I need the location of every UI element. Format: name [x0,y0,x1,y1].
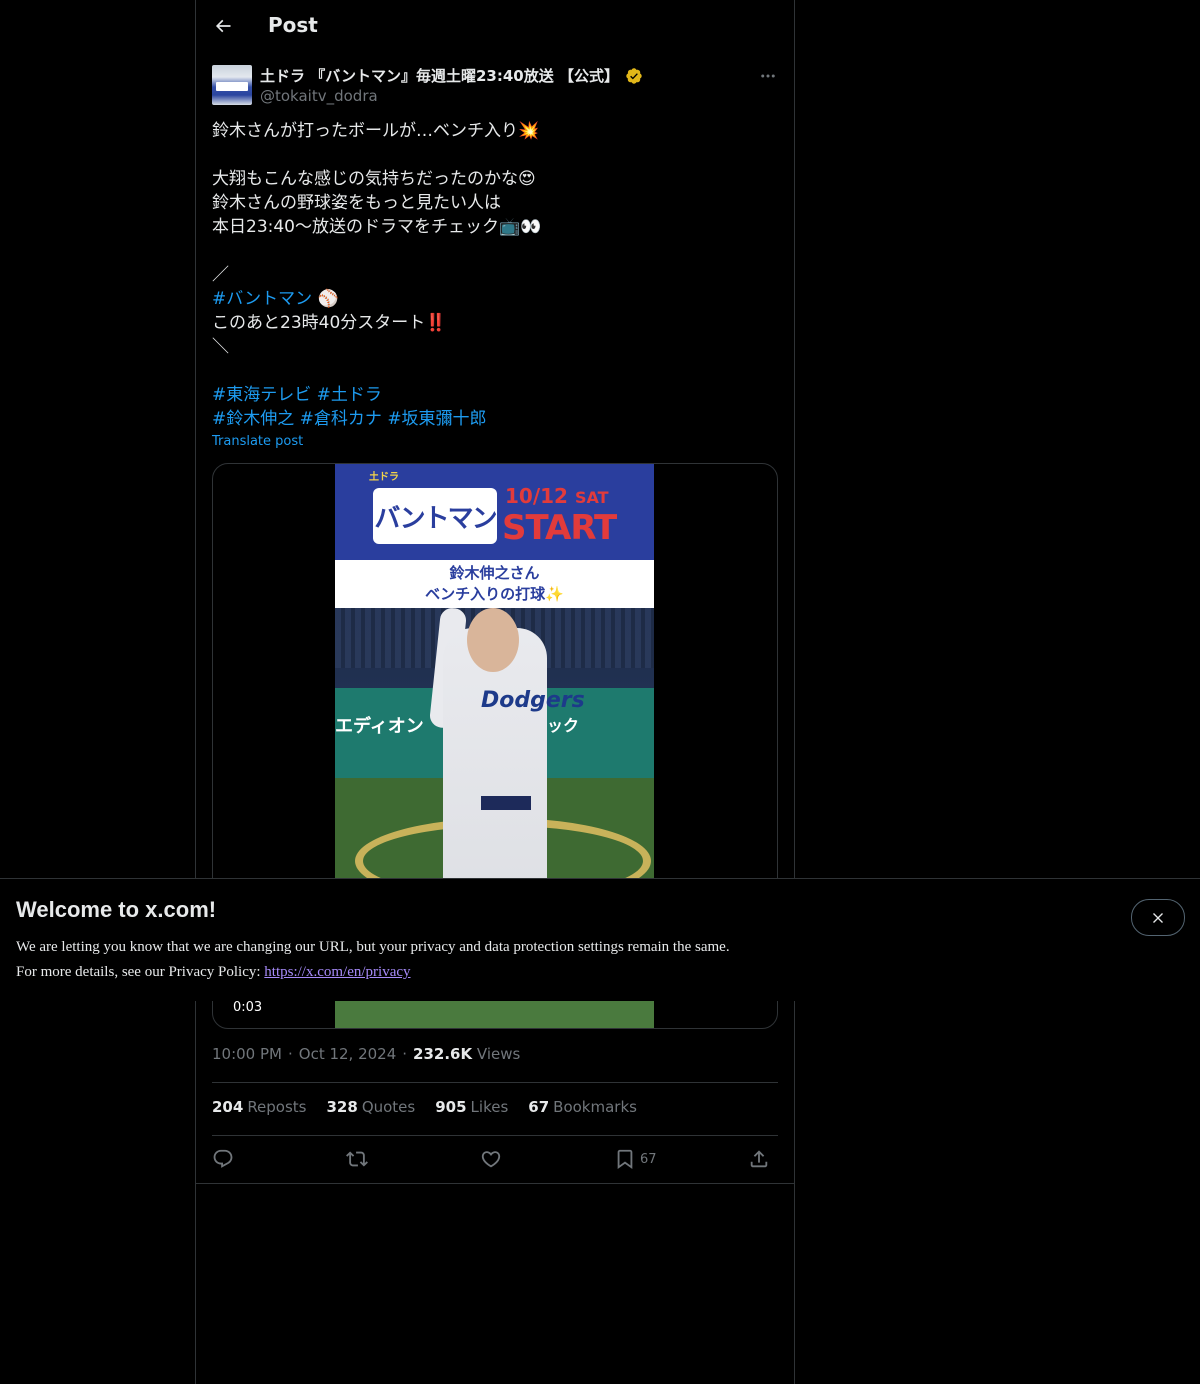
hashtag-link[interactable]: #バントマン [212,289,312,309]
repost-button[interactable] [346,1146,368,1172]
hashtag-link[interactable]: #倉科カナ [300,409,382,429]
reply-button[interactable] [212,1146,234,1172]
views-count: 232.6K [413,1045,473,1063]
translate-post-link[interactable]: Translate post [212,434,303,449]
divider [212,1082,778,1083]
views-label: Views [476,1045,521,1063]
more-icon [761,74,775,78]
player-head [467,608,519,672]
hashtag-link[interactable]: #鈴木伸之 [212,409,294,429]
banner-body: We are letting you know that we are chan… [16,935,1016,985]
welcome-banner: Welcome to x.com! We are letting you kno… [0,878,1200,1001]
post-header: Post [196,0,794,54]
banner-line: We are letting you know that we are chan… [16,939,730,955]
hashtag-link[interactable]: #土ドラ [317,385,382,405]
video-date: 10/12 SAT [505,484,609,508]
tweet-line: ＼ [212,337,229,357]
page-title: Post [268,13,318,37]
share-button[interactable] [748,1146,770,1172]
tweet-line: 鈴木さんの野球姿をもっと見たい人は [212,193,501,213]
video-start: START [502,508,617,548]
bookmarks-stat[interactable]: 67 Bookmarks [528,1098,637,1116]
tweet-line [212,143,778,167]
author-name[interactable]: 土ドラ 『バントマン』毎週土曜23:40放送 【公式】 [260,65,619,86]
tweet-line: ／ [212,265,229,285]
tweet-line: #バントマン ⚾ [212,289,339,309]
reply-icon [213,1149,233,1168]
verified-badge-icon[interactable] [625,67,643,85]
hashtag-row: #東海テレビ #土ドラ [212,383,778,407]
video-logo-small: 土ドラ [369,472,399,483]
arrow-left-icon [215,19,231,33]
tweet-line: 本日23:40〜放送のドラマをチェック📺👀 [212,217,542,237]
heart-icon [481,1151,501,1168]
tweet-line [212,359,778,383]
likes-stat[interactable]: 905 Likes [435,1098,508,1116]
bookmark-icon [617,1149,633,1170]
divider [212,1135,778,1136]
action-bar: 67 [212,1146,778,1172]
share-icon [750,1150,768,1168]
video-title-card: 土ドラ バントマン 10/12 SAT START [335,464,654,560]
jersey-text: Dodgers [481,688,585,713]
bookmark-count: 67 [640,1151,657,1167]
hashtag-row: #鈴木伸之 #倉科カナ #坂東彌十郎 [212,407,778,431]
author-handle[interactable]: @tokaitv_dodra [260,87,378,105]
divider [196,1183,794,1184]
quotes-stat[interactable]: 328 Quotes [327,1098,416,1116]
tweet-line: このあと23時40分スタート‼️ [212,313,447,333]
tweet-line [212,239,778,263]
tweet-line: 鈴木さんが打ったボールが…ベンチ入り💥 [212,121,540,141]
like-button[interactable] [480,1146,502,1172]
avatar[interactable] [212,65,252,105]
hashtag-link[interactable]: #東海テレビ [212,385,311,405]
video-logo: バントマン [373,488,498,544]
tweet-line: 大翔もこんな感じの気持ちだったのかな😍 [212,169,536,189]
post-column: Post 土ドラ 『バントマン』毎週土曜23:40放送 【公式】 @tokait… [195,0,795,1384]
more-options-button[interactable] [758,66,778,86]
close-banner-button[interactable] [1131,899,1185,936]
player-belt [481,796,531,810]
post-meta: 10:00 PM · Oct 12, 2024 · 232.6K Views [212,1045,521,1063]
banner-title: Welcome to x.com! [16,897,217,922]
video-caption: 鈴木伸之さん ベンチ入りの打球✨ [335,560,654,608]
hashtag-link[interactable]: #坂東彌十郎 [387,409,486,429]
author-name-row[interactable]: 土ドラ 『バントマン』毎週土曜23:40放送 【公式】 [260,65,643,86]
post-date[interactable]: Oct 12, 2024 [299,1045,397,1063]
close-icon [1153,912,1163,923]
privacy-policy-link[interactable]: https://x.com/en/privacy [264,964,410,980]
tweet-text: 鈴木さんが打ったボールが…ベンチ入り💥 大翔もこんな感じの気持ちだったのかな😍 … [212,119,778,431]
banner-line: For more details, see our Privacy Policy… [16,964,411,980]
back-button[interactable] [208,11,238,41]
repost-icon [346,1151,368,1167]
bookmark-button[interactable]: 67 [614,1146,657,1172]
reposts-stat[interactable]: 204 Reposts [212,1098,307,1116]
video-bottom [335,1000,654,1028]
post-time[interactable]: 10:00 PM [212,1045,282,1063]
engagement-stats: 204 Reposts 328 Quotes 905 Likes 67 Bookmark… [212,1098,657,1116]
